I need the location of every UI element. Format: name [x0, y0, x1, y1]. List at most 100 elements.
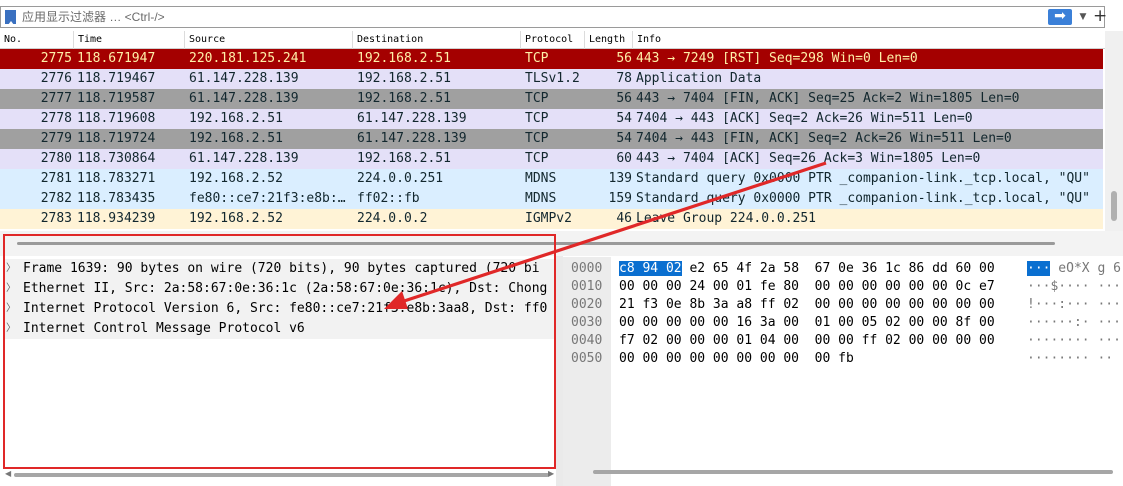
- packet-row[interactable]: 2783 118.934239 192.168.2.52 224.0.0.2 IGMPv…: [0, 209, 1103, 229]
- hex-bytes: f7 02 00 00 00 01 04 00 00 00 ff 02 00 0…: [619, 333, 995, 348]
- packet-cell-no: 2777: [40, 91, 72, 106]
- details-bytes-divider[interactable]: [556, 256, 563, 486]
- details-tree-item[interactable]: 〉 Internet Protocol Version 6, Src: fe80:…: [4, 299, 555, 319]
- packet-cell-info: 443 → 7249 [RST] Seq=298 Win=0 Len=0: [636, 51, 918, 66]
- details-item-label: Internet Protocol Version 6, Src: fe80::…: [23, 301, 548, 316]
- chevron-right-icon[interactable]: 〉: [6, 259, 16, 279]
- packet-details-pane: 〉 Frame 1639: 90 bytes on wire (720 bits)…: [4, 256, 555, 481]
- chevron-right-icon[interactable]: 〉: [6, 319, 16, 339]
- packet-cell-dst: ff02::fb: [357, 191, 420, 206]
- column-header-protocol[interactable]: Protocol: [521, 31, 585, 49]
- packet-cell-proto: TCP: [525, 131, 549, 146]
- packet-cell-no: 2780: [40, 151, 72, 166]
- pane-splitter[interactable]: [0, 231, 1123, 256]
- hex-bytes: e2 65 4f 2a 58 67 0e 36 1c 86 dd 60 00: [681, 261, 995, 276]
- scrollbar-thumb[interactable]: [1111, 191, 1117, 221]
- packet-cell-dst: 61.147.228.139: [357, 131, 467, 146]
- hex-bytes-line[interactable]: f7 02 00 00 00 01 04 00 00 00 ff 02 00 0…: [619, 332, 995, 350]
- packet-row[interactable]: 2780 118.730864 61.147.228.139 192.168.2.51…: [0, 149, 1103, 169]
- byte-offset: 0030: [571, 315, 603, 330]
- packet-list-hscrollbar[interactable]: [17, 242, 1055, 245]
- column-header-length[interactable]: Length: [585, 31, 633, 49]
- packet-cell-info: 7404 → 443 [ACK] Seq=2 Ack=26 Win=511 Le…: [636, 111, 973, 126]
- packet-row[interactable]: 2777 118.719587 61.147.228.139 192.168.2.51…: [0, 89, 1103, 109]
- details-tree-item[interactable]: 〉 Frame 1639: 90 bytes on wire (720 bits)…: [4, 259, 555, 279]
- ascii-bytes-line[interactable]: !···:··· ·······: [1027, 296, 1123, 314]
- ascii-bytes: ······:· ·······: [1027, 315, 1123, 330]
- byte-offset: 0050: [571, 351, 603, 366]
- packet-cell-info: 7404 → 443 [FIN, ACK] Seq=2 Ack=26 Win=5…: [636, 131, 1012, 146]
- hex-bytes-line[interactable]: 21 f3 0e 8b 3a a8 ff 02 00 00 00 00 00 0…: [619, 296, 995, 314]
- packet-row[interactable]: 2779 118.719724 192.168.2.51 61.147.228.139…: [0, 129, 1103, 149]
- details-item-label: Ethernet II, Src: 2a:58:67:0e:36:1c (2a:…: [23, 281, 548, 296]
- byte-offset: 0020: [571, 297, 603, 312]
- packet-cell-dst: 61.147.228.139: [357, 111, 467, 126]
- chevron-right-icon[interactable]: 〉: [6, 279, 16, 299]
- packet-cell-time: 118.671947: [77, 51, 156, 66]
- packet-row[interactable]: 2782 118.783435 fe80::ce7:21f3:e8b:… ff02::…: [0, 189, 1103, 209]
- packet-row[interactable]: 2776 118.719467 61.147.228.139 192.168.2.51…: [0, 69, 1103, 89]
- packet-cell-time: 118.783435: [77, 191, 156, 206]
- scroll-right-icon[interactable]: ▶: [548, 469, 554, 478]
- selected-hex-bytes[interactable]: c8 94 02: [619, 261, 682, 276]
- details-item-label: Frame 1639: 90 bytes on wire (720 bits),…: [23, 261, 540, 276]
- column-header-destination[interactable]: Destination: [353, 31, 521, 49]
- packet-cell-len: 54: [616, 131, 632, 146]
- packet-row[interactable]: 2781 118.783271 192.168.2.52 224.0.0.251 MDN…: [0, 169, 1103, 189]
- hex-bytes: 00 00 00 00 00 16 3a 00 01 00 05 02 00 0…: [619, 315, 995, 330]
- packet-cell-info: Standard query 0x0000 PTR _companion-lin…: [636, 171, 1090, 186]
- ascii-bytes-line[interactable]: ······:· ·······: [1027, 314, 1123, 332]
- packet-cell-info: 443 → 7404 [ACK] Seq=26 Ack=3 Win=1805 L…: [636, 151, 981, 166]
- hex-bytes: 00 00 00 00 00 00 00 00 00 fb: [619, 351, 854, 366]
- hex-bytes-line[interactable]: c8 94 02 e2 65 4f 2a 58 67 0e 36 1c 86 d…: [619, 260, 995, 278]
- bytes-hscrollbar[interactable]: [593, 470, 1113, 474]
- details-tree-item[interactable]: 〉 Ethernet II, Src: 2a:58:67:0e:36:1c (2a…: [4, 279, 555, 299]
- scroll-left-icon[interactable]: ◀: [5, 469, 11, 478]
- hex-bytes-line[interactable]: 00 00 00 24 00 01 fe 80 00 00 00 00 00 0…: [619, 278, 995, 296]
- packet-bytes-pane: 0000 0010 0020 0030 0040 0050 c8 94 02 e2 65 …: [563, 257, 1123, 486]
- packet-row[interactable]: 2778 118.719608 192.168.2.51 61.147.228.139…: [0, 109, 1103, 129]
- packet-cell-no: 2781: [40, 171, 72, 186]
- packet-cell-time: 118.719608: [77, 111, 156, 126]
- packet-cell-len: 46: [616, 211, 632, 226]
- display-filter-input[interactable]: [22, 9, 1002, 25]
- ascii-bytes-line[interactable]: ········ ··: [1027, 350, 1113, 368]
- ascii-bytes: ········ ·······: [1027, 333, 1123, 348]
- column-header-time[interactable]: Time: [74, 31, 185, 49]
- packet-cell-len: 54: [616, 111, 632, 126]
- chevron-down-icon[interactable]: ▼: [1076, 9, 1090, 25]
- add-filter-button[interactable]: +: [1093, 6, 1107, 26]
- packet-list-scrollbar[interactable]: [1105, 31, 1123, 231]
- ascii-bytes: ···$···· ······: [1027, 279, 1123, 294]
- ascii-bytes-line[interactable]: ···$···· ······: [1027, 278, 1123, 296]
- packet-cell-proto: IGMPv2: [525, 211, 572, 226]
- display-filter-bar: ➡ ▼: [0, 6, 1105, 28]
- packet-cell-len: 139: [608, 171, 632, 186]
- chevron-right-icon[interactable]: 〉: [6, 299, 16, 319]
- packet-cell-no: 2775: [40, 51, 72, 66]
- packet-row[interactable]: 2775 118.671947 220.181.125.241 192.168.2.5…: [0, 49, 1103, 69]
- hex-bytes-line[interactable]: 00 00 00 00 00 00 00 00 00 fb: [619, 350, 854, 368]
- hex-bytes-line[interactable]: 00 00 00 00 00 16 3a 00 01 00 05 02 00 0…: [619, 314, 995, 332]
- packet-cell-no: 2776: [40, 71, 72, 86]
- column-header-no[interactable]: No.: [0, 31, 74, 49]
- packet-cell-time: 118.719467: [77, 71, 156, 86]
- ascii-bytes-line[interactable]: ········ ·······: [1027, 332, 1123, 350]
- packet-cell-no: 2783: [40, 211, 72, 226]
- packet-cell-src: 61.147.228.139: [189, 71, 299, 86]
- packet-cell-src: 61.147.228.139: [189, 91, 299, 106]
- details-hscrollbar[interactable]: [14, 473, 549, 477]
- column-header-source[interactable]: Source: [185, 31, 353, 49]
- selected-ascii-bytes[interactable]: ···: [1027, 261, 1051, 276]
- packet-cell-len: 78: [616, 71, 632, 86]
- hex-bytes: 21 f3 0e 8b 3a a8 ff 02 00 00 00 00 00 0…: [619, 297, 995, 312]
- arrow-right-icon[interactable]: ➡: [1048, 9, 1072, 25]
- bookmark-icon[interactable]: [5, 10, 16, 25]
- packet-cell-time: 118.719587: [77, 91, 156, 106]
- ascii-bytes-line[interactable]: ··· eO*X g 6: [1027, 260, 1121, 278]
- details-tree-item[interactable]: 〉 Internet Control Message Protocol v6: [4, 319, 555, 339]
- packet-cell-src: 192.168.2.52: [189, 171, 283, 186]
- packet-cell-proto: MDNS: [525, 191, 557, 206]
- column-header-info[interactable]: Info: [633, 31, 1103, 49]
- packet-cell-dst: 192.168.2.51: [357, 151, 451, 166]
